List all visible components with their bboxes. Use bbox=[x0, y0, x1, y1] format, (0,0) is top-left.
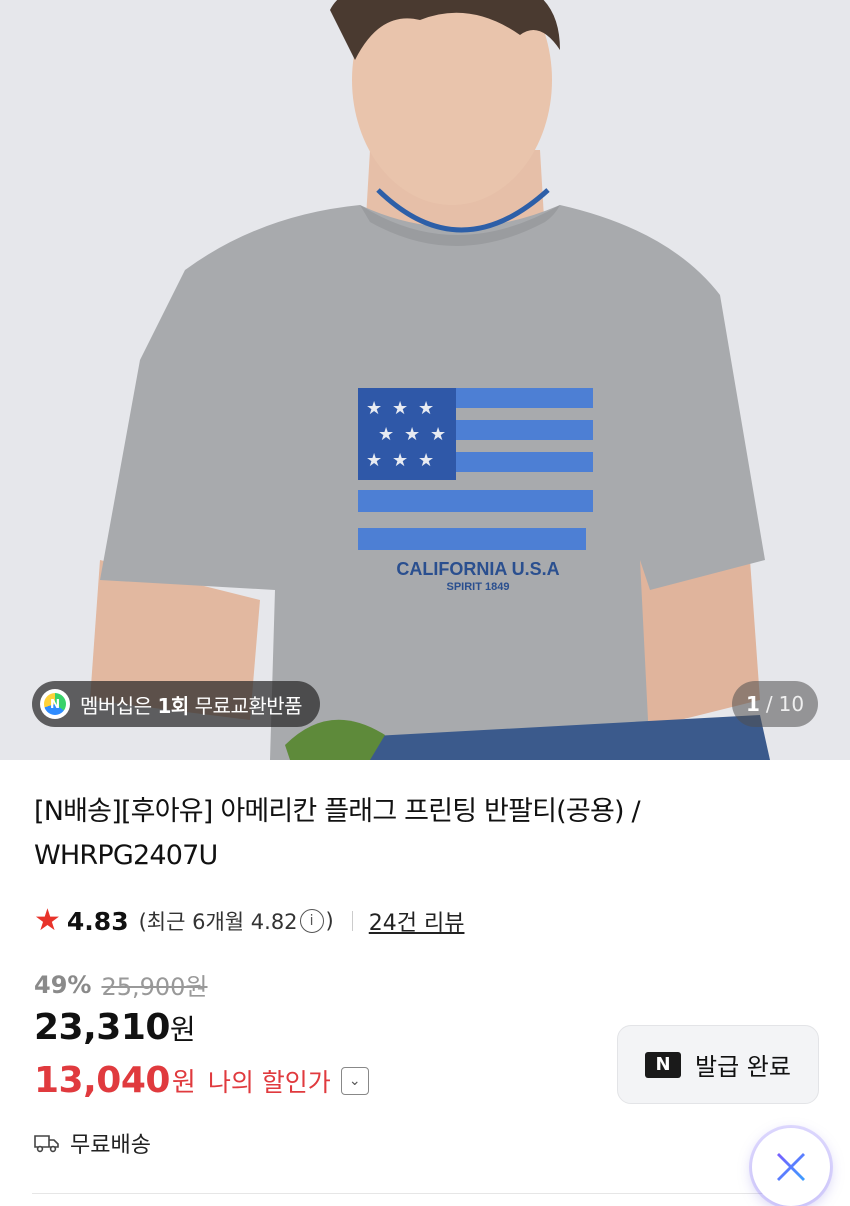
product-title: [N배송][후아유] 아메리칸 플래그 프린팅 반팔티(공용) / WHRPG2… bbox=[34, 796, 641, 871]
shipping-info: 무료배송 bbox=[34, 1127, 151, 1159]
rating-score: 4.83 bbox=[66, 906, 129, 936]
svg-text:★: ★ bbox=[366, 398, 382, 419]
info-icon[interactable]: i bbox=[299, 909, 324, 933]
svg-text:★: ★ bbox=[404, 424, 420, 445]
product-photo: ★ ★ ★ ★ ★ ★ ★ ★ ★ CALIFORNIA U.S.A SPIRIT 1849 bbox=[0, 0, 850, 760]
svg-text:★: ★ bbox=[378, 424, 394, 445]
my-price-label: 나의 할인가 bbox=[207, 1067, 331, 1097]
badge-text-suffix: 무료교환반품 bbox=[188, 693, 303, 718]
image-pager: 1 / 10 bbox=[732, 681, 818, 727]
star-icon: ★ bbox=[34, 903, 61, 938]
section-divider bbox=[32, 1193, 818, 1194]
svg-text:★: ★ bbox=[430, 424, 446, 445]
sale-price-amount: 23,310 bbox=[34, 1007, 170, 1048]
product-image-carousel[interactable]: ★ ★ ★ ★ ★ ★ ★ ★ ★ CALIFORNIA U.S.A SPIRIT 1849… bbox=[0, 0, 850, 760]
badge-text-prefix: 멤버십은 bbox=[80, 693, 158, 718]
svg-text:★: ★ bbox=[392, 450, 408, 471]
naver-membership-icon: N bbox=[40, 689, 70, 719]
svg-text:★: ★ bbox=[392, 398, 408, 419]
membership-free-exchange-badge: N 멤버십은 1회 무료교환반품 bbox=[32, 681, 321, 727]
svg-text:★: ★ bbox=[418, 398, 434, 419]
pager-total: 10 bbox=[778, 692, 805, 716]
shipping-label: 무료배송 bbox=[70, 1133, 151, 1158]
sale-price: 23,310원 bbox=[34, 1007, 196, 1048]
recent-rating-close: ) bbox=[325, 909, 334, 933]
pager-current: 1 bbox=[745, 692, 760, 716]
coupon-issued-button[interactable]: N 발급 완료 bbox=[617, 1025, 819, 1104]
ai-assistant-button[interactable] bbox=[752, 1128, 830, 1206]
reviews-link[interactable]: 24건 리뷰 bbox=[369, 905, 465, 937]
divider bbox=[351, 911, 353, 931]
sale-price-unit: 원 bbox=[169, 1013, 196, 1046]
svg-text:★: ★ bbox=[418, 450, 434, 471]
truck-icon bbox=[34, 1135, 59, 1153]
badge-text-highlight: 1회 bbox=[157, 693, 189, 718]
coupon-button-label: 발급 완료 bbox=[695, 1053, 791, 1081]
shirt-print-line1: CALIFORNIA U.S.A bbox=[396, 559, 559, 579]
pager-separator: / bbox=[765, 692, 773, 716]
discount-percent: 49% bbox=[34, 970, 92, 999]
my-discount-price[interactable]: 13,040 원 나의 할인가 ⌄ bbox=[34, 1060, 369, 1101]
shirt-print-line2: SPIRIT 1849 bbox=[447, 581, 510, 593]
recent-rating: (최근 6개월 4.82 bbox=[138, 910, 298, 934]
original-price: 25,900원 bbox=[101, 973, 208, 1001]
svg-text:★: ★ bbox=[366, 450, 382, 471]
my-price-unit: 원 bbox=[171, 1068, 196, 1098]
rating-row: ★ 4.83 (최근 6개월 4.82 i ) 24건 리뷰 bbox=[34, 905, 464, 937]
sparkle-icon bbox=[777, 1153, 805, 1181]
naver-pay-icon: N bbox=[645, 1051, 682, 1078]
my-price-amount: 13,040 bbox=[34, 1060, 170, 1101]
discount-row: 49% 25,900원 bbox=[34, 967, 208, 1002]
chevron-down-icon[interactable]: ⌄ bbox=[340, 1066, 369, 1095]
